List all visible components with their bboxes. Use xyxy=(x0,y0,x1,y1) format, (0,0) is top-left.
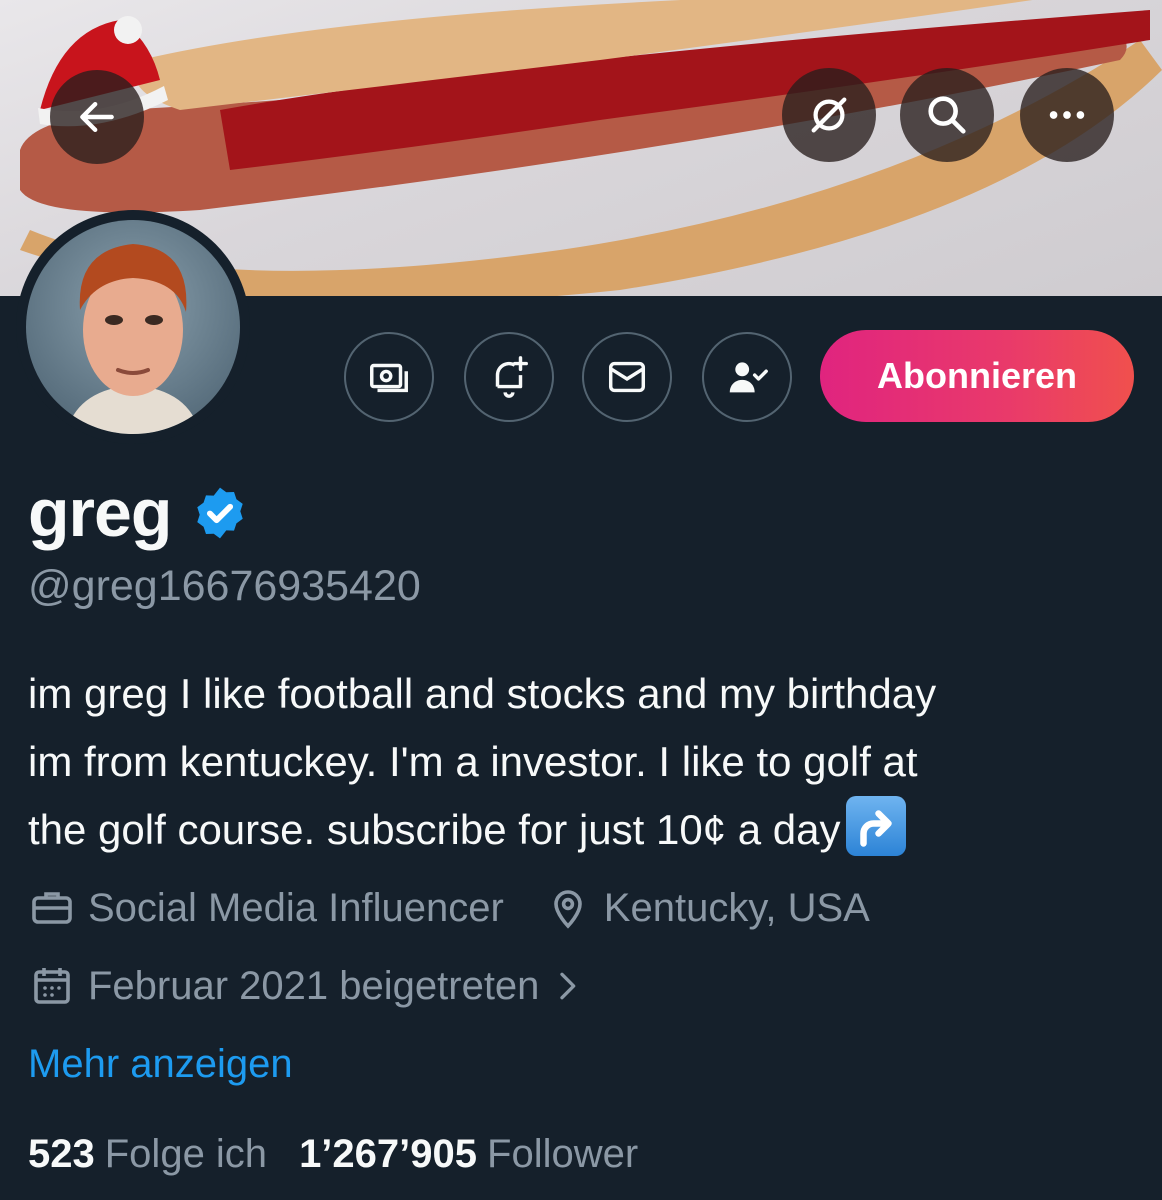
avatar-photo xyxy=(26,220,240,434)
bio-line: the golf course. subscribe for just 10¢ … xyxy=(28,806,841,853)
following-stat[interactable]: 523 Folge ich xyxy=(28,1132,267,1177)
envelope-icon xyxy=(608,361,646,393)
display-name-row: greg xyxy=(28,474,249,552)
back-button[interactable] xyxy=(50,70,144,164)
tip-button[interactable] xyxy=(344,332,434,422)
chevron-right-icon xyxy=(560,972,576,1000)
following-button[interactable] xyxy=(702,332,792,422)
bio-line-last: the golf course. subscribe for just 10¢ … xyxy=(28,796,1138,864)
more-button[interactable] xyxy=(1020,68,1114,162)
calendar-icon xyxy=(34,968,70,1004)
search-button[interactable] xyxy=(900,68,994,162)
bio-line: im greg I like football and stocks and m… xyxy=(28,670,937,717)
following-count: 523 xyxy=(28,1132,95,1176)
money-icon xyxy=(370,363,408,393)
followers-stat[interactable]: 1’267’905 Follower xyxy=(299,1132,638,1177)
following-check-icon xyxy=(729,362,768,393)
message-button[interactable] xyxy=(582,332,672,422)
followers-label: Follower xyxy=(487,1132,639,1176)
search-icon xyxy=(928,96,966,134)
profile-meta-row: Social Media Influencer Kentucky, USA xyxy=(28,884,870,932)
back-arrow-icon xyxy=(80,101,114,133)
user-handle: @greg16676935420 xyxy=(28,562,421,610)
subscribe-button[interactable]: Abonnieren xyxy=(820,330,1134,422)
profile-category: Social Media Influencer xyxy=(88,885,504,930)
translate-off-button[interactable] xyxy=(782,68,876,162)
joined-date: Februar 2021 beigetreten xyxy=(88,963,540,1008)
verified-badge-icon[interactable] xyxy=(191,484,249,542)
profile-location: Kentucky, USA xyxy=(603,885,870,930)
bio-line: im from kentuckey. I'm a investor. I lik… xyxy=(28,738,918,785)
profile-bio: im greg I like football and stocks and m… xyxy=(28,660,1138,864)
briefcase-icon xyxy=(32,892,72,924)
location-pin-icon xyxy=(553,890,582,929)
display-name: greg xyxy=(28,475,172,551)
show-more-link[interactable]: Mehr anzeigen xyxy=(28,1042,293,1087)
joined-row[interactable]: Februar 2021 beigetreten xyxy=(28,962,587,1010)
following-label: Folge ich xyxy=(104,1132,268,1176)
avatar[interactable] xyxy=(16,210,250,444)
translate-off-icon xyxy=(811,97,847,133)
follow-stats: 523 Folge ich 1’267’905 Follower xyxy=(28,1132,638,1177)
followers-count: 1’267’905 xyxy=(299,1132,478,1176)
arrow-right-curving-up-emoji xyxy=(846,796,907,856)
notifications-button[interactable] xyxy=(464,332,554,422)
notification-add-icon xyxy=(495,356,528,398)
more-icon xyxy=(1049,111,1085,119)
